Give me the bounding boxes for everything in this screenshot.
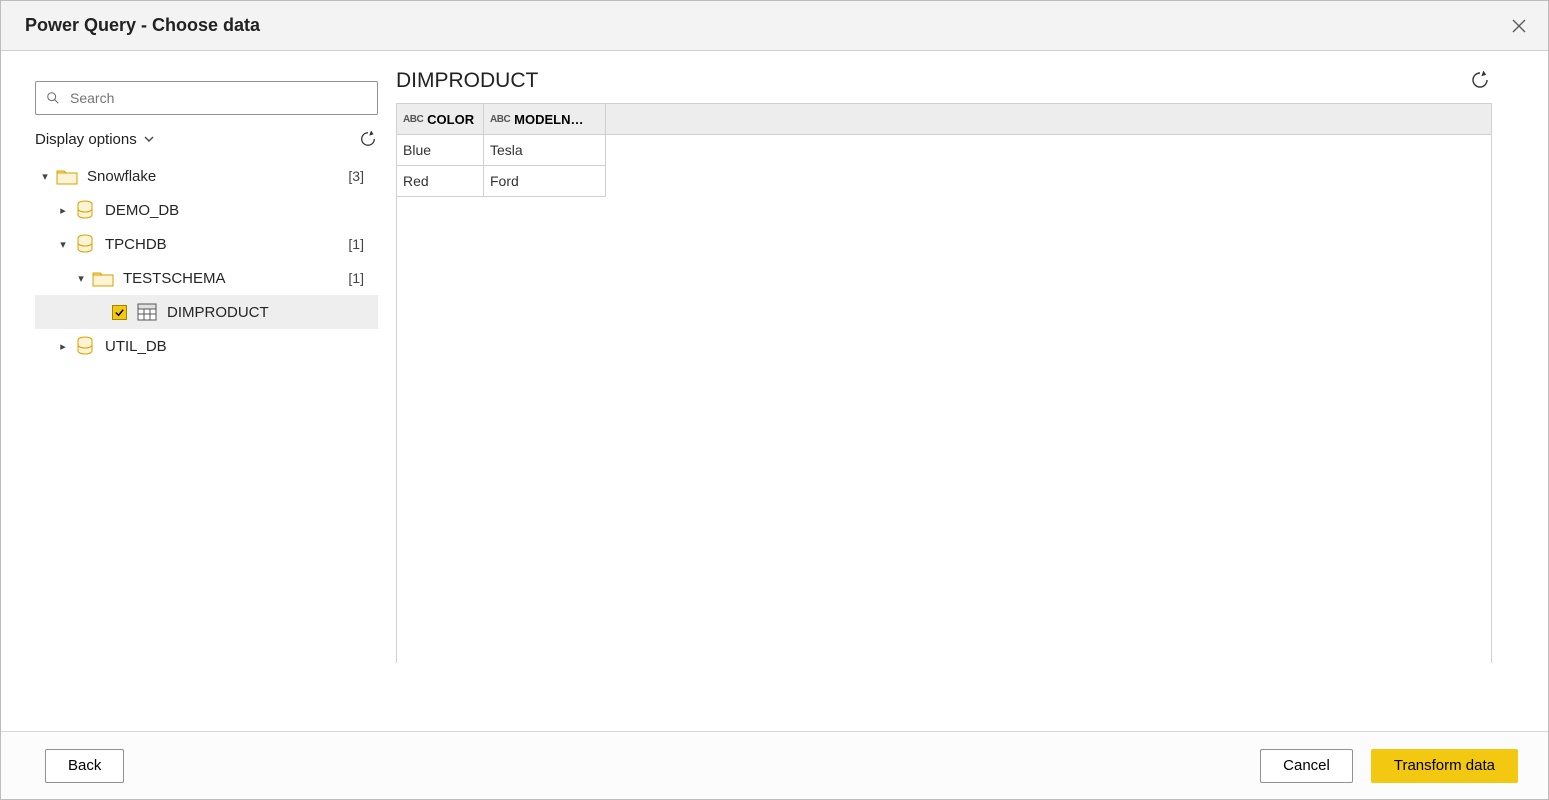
tree-node-tpchdb[interactable]: ▾ TPCHDB [1] bbox=[35, 227, 378, 261]
tree-node-demo-db[interactable]: ▸ DEMO_DB bbox=[35, 193, 378, 227]
folder-icon bbox=[55, 164, 79, 188]
preview-title: DIMPRODUCT bbox=[396, 69, 538, 93]
display-options-toggle[interactable]: Display options bbox=[35, 131, 155, 148]
search-input-container[interactable] bbox=[35, 81, 378, 115]
chevron-down-icon bbox=[143, 133, 155, 145]
database-icon bbox=[73, 198, 97, 222]
cell: Tesla bbox=[484, 135, 606, 166]
refresh-navigator-button[interactable] bbox=[358, 129, 378, 149]
folder-icon bbox=[91, 266, 115, 290]
display-options-label: Display options bbox=[35, 131, 137, 148]
transform-data-button[interactable]: Transform data bbox=[1371, 749, 1518, 783]
caret-right-icon: ▸ bbox=[57, 204, 69, 217]
navigator-tree: ▾ Snowflake [3] ▸ DEMO_DB bbox=[35, 159, 378, 363]
cell: Blue bbox=[397, 135, 484, 166]
refresh-preview-button[interactable] bbox=[1470, 70, 1492, 92]
database-icon bbox=[73, 232, 97, 256]
tree-label: TESTSCHEMA bbox=[123, 270, 226, 287]
tree-node-snowflake[interactable]: ▾ Snowflake [3] bbox=[35, 159, 378, 193]
cell: Ford bbox=[484, 166, 606, 197]
tree-node-dimproduct[interactable]: DIMPRODUCT bbox=[35, 295, 378, 329]
column-header-empty bbox=[606, 104, 1491, 135]
tree-label: DIMPRODUCT bbox=[167, 304, 269, 321]
tree-count: [1] bbox=[348, 270, 370, 286]
titlebar: Power Query - Choose data bbox=[1, 1, 1548, 51]
tree-label: UTIL_DB bbox=[105, 338, 167, 355]
tree-count: [3] bbox=[348, 168, 370, 184]
dialog-footer: Back Cancel Transform data bbox=[1, 731, 1548, 799]
table-row[interactable]: Blue Tesla bbox=[397, 135, 1491, 166]
tree-node-util-db[interactable]: ▸ UTIL_DB bbox=[35, 329, 378, 363]
column-header-label: COLOR bbox=[427, 112, 474, 127]
check-icon bbox=[114, 307, 125, 318]
navigator-sidebar: Display options ▾ Snowflake [3] bbox=[1, 51, 396, 731]
search-input[interactable] bbox=[68, 89, 367, 107]
back-button[interactable]: Back bbox=[45, 749, 124, 783]
tree-node-testschema[interactable]: ▾ TESTSCHEMA [1] bbox=[35, 261, 378, 295]
content-area: Display options ▾ Snowflake [3] bbox=[1, 51, 1548, 731]
database-icon bbox=[73, 334, 97, 358]
table-icon bbox=[135, 300, 159, 324]
column-header-color[interactable]: ABC COLOR bbox=[397, 104, 484, 135]
power-query-dialog: Power Query - Choose data Display option… bbox=[0, 0, 1549, 800]
caret-right-icon: ▸ bbox=[57, 340, 69, 353]
cell: Red bbox=[397, 166, 484, 197]
tree-count: [1] bbox=[348, 236, 370, 252]
caret-down-icon: ▾ bbox=[57, 238, 69, 251]
caret-down-icon: ▾ bbox=[75, 272, 87, 285]
column-header-label: MODELN… bbox=[514, 112, 583, 127]
close-button[interactable] bbox=[1506, 13, 1532, 39]
text-type-icon: ABC bbox=[403, 114, 423, 125]
data-grid[interactable]: ABC COLOR ABC MODELN… Blue Tesla Red For… bbox=[396, 103, 1492, 663]
tree-label: TPCHDB bbox=[105, 236, 167, 253]
search-icon bbox=[46, 91, 60, 105]
dialog-title: Power Query - Choose data bbox=[25, 15, 260, 36]
checkbox-checked[interactable] bbox=[109, 302, 129, 322]
preview-panel: DIMPRODUCT ABC COLOR ABC MODELN… bbox=[396, 51, 1548, 731]
table-row[interactable]: Red Ford bbox=[397, 166, 1491, 197]
grid-header-row: ABC COLOR ABC MODELN… bbox=[397, 104, 1491, 135]
refresh-icon bbox=[359, 130, 377, 148]
caret-down-icon: ▾ bbox=[39, 170, 51, 183]
column-header-modelname[interactable]: ABC MODELN… bbox=[484, 104, 606, 135]
refresh-icon bbox=[1470, 70, 1490, 90]
text-type-icon: ABC bbox=[490, 114, 510, 125]
close-icon bbox=[1511, 18, 1527, 34]
cancel-button[interactable]: Cancel bbox=[1260, 749, 1353, 783]
tree-label: DEMO_DB bbox=[105, 202, 179, 219]
tree-label: Snowflake bbox=[87, 168, 156, 185]
